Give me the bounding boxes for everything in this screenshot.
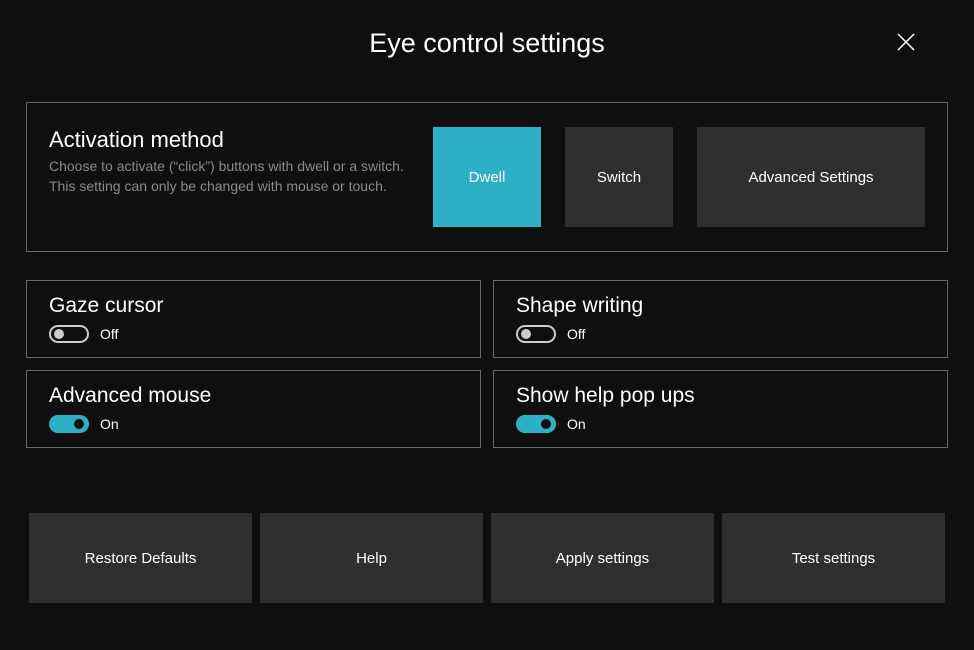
- close-icon: [897, 33, 915, 51]
- show-help-panel: Show help pop ups On: [493, 370, 948, 448]
- shape-writing-toggle[interactable]: [516, 325, 556, 343]
- help-button[interactable]: Help: [260, 513, 483, 603]
- advanced-mouse-panel: Advanced mouse On: [26, 370, 481, 448]
- restore-defaults-button[interactable]: Restore Defaults: [29, 513, 252, 603]
- show-help-state: On: [567, 416, 586, 432]
- close-button[interactable]: [894, 30, 918, 54]
- gaze-cursor-title: Gaze cursor: [49, 294, 458, 318]
- shape-writing-panel: Shape writing Off: [493, 280, 948, 358]
- page-title: Eye control settings: [369, 28, 605, 59]
- test-settings-button[interactable]: Test settings: [722, 513, 945, 603]
- apply-settings-button[interactable]: Apply settings: [491, 513, 714, 603]
- activation-description: Choose to activate (“click”) buttons wit…: [49, 157, 419, 196]
- show-help-title: Show help pop ups: [516, 384, 925, 408]
- shape-writing-state: Off: [567, 326, 585, 342]
- advanced-mouse-state: On: [100, 416, 119, 432]
- dwell-button[interactable]: Dwell: [433, 127, 541, 227]
- advanced-settings-button[interactable]: Advanced Settings: [697, 127, 925, 227]
- activation-method-panel: Activation method Choose to activate (“c…: [26, 102, 948, 252]
- shape-writing-title: Shape writing: [516, 294, 925, 318]
- advanced-mouse-title: Advanced mouse: [49, 384, 458, 408]
- activation-title: Activation method: [49, 127, 419, 153]
- advanced-mouse-toggle[interactable]: [49, 415, 89, 433]
- switch-button[interactable]: Switch: [565, 127, 673, 227]
- show-help-toggle[interactable]: [516, 415, 556, 433]
- gaze-cursor-state: Off: [100, 326, 118, 342]
- gaze-cursor-panel: Gaze cursor Off: [26, 280, 481, 358]
- gaze-cursor-toggle[interactable]: [49, 325, 89, 343]
